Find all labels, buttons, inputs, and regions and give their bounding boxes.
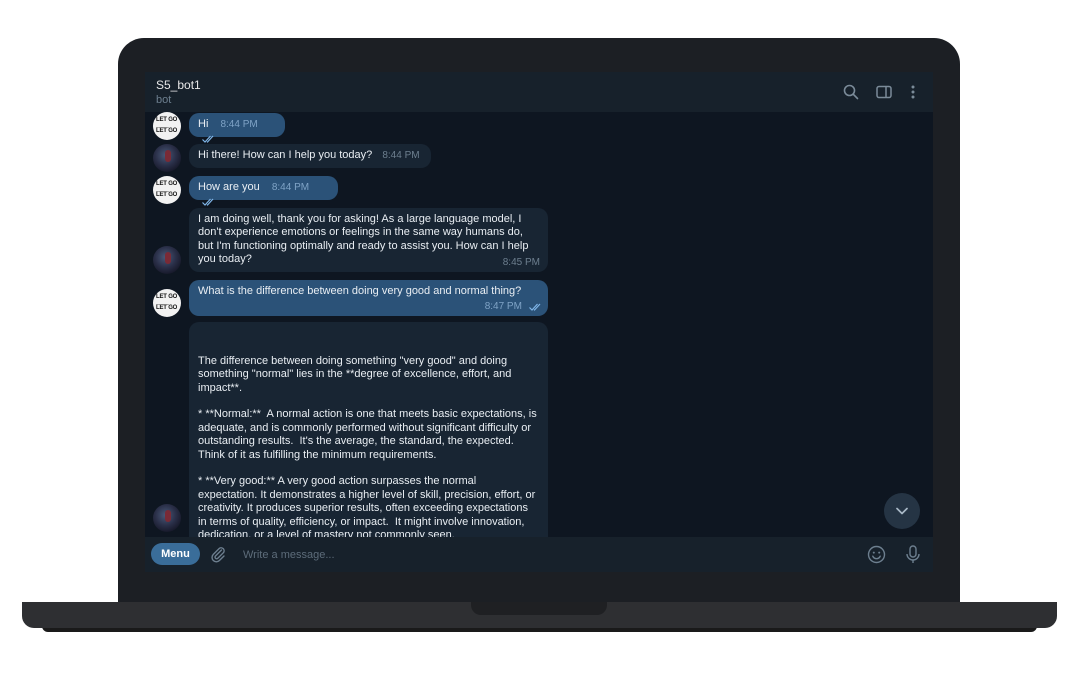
telegram-window: S5_bot1 bot LET GO ~~~~~~ LET GO Hi 8:44 P… bbox=[145, 72, 933, 572]
double-check-icon bbox=[529, 302, 543, 311]
scroll-to-bottom-button[interactable] bbox=[884, 493, 920, 529]
message-text: Hi bbox=[198, 118, 209, 130]
message-input[interactable] bbox=[241, 544, 845, 566]
chat-header[interactable]: S5_bot1 bot bbox=[145, 72, 933, 112]
user-avatar[interactable]: LET GO ~~~~~~ LET GO bbox=[153, 112, 181, 140]
message-text: What is the difference between doing ver… bbox=[198, 285, 522, 297]
message-time: 8:44 PM bbox=[382, 150, 420, 161]
emoji-icon[interactable] bbox=[867, 545, 886, 564]
bot-avatar[interactable] bbox=[153, 144, 181, 172]
message-time: 8:44 PM bbox=[271, 182, 310, 193]
double-check-icon bbox=[202, 197, 216, 206]
outgoing-message[interactable]: What is the difference between doing ver… bbox=[189, 280, 548, 316]
message-list[interactable]: LET GO ~~~~~~ LET GO Hi 8:44 PM Hi there! … bbox=[145, 112, 933, 537]
search-icon[interactable] bbox=[842, 83, 860, 101]
bot-avatar[interactable] bbox=[153, 504, 181, 532]
double-check-icon bbox=[202, 134, 216, 143]
message-time: 8:47 PM bbox=[484, 300, 522, 312]
message-composer: Menu bbox=[145, 537, 933, 572]
laptop-notch bbox=[471, 602, 607, 615]
incoming-message[interactable]: Hi there! How can I help you today? 8:44… bbox=[189, 144, 431, 168]
message-time: 8:45 PM bbox=[502, 256, 540, 268]
message-text: The difference between doing something "… bbox=[198, 354, 537, 537]
user-avatar[interactable]: LET GO ~~~~~~ LET GO bbox=[153, 289, 181, 317]
more-vertical-icon[interactable] bbox=[904, 83, 922, 101]
attach-icon[interactable] bbox=[209, 545, 227, 563]
chat-subtitle: bot bbox=[156, 94, 172, 106]
message-text: Hi there! How can I help you today? bbox=[198, 149, 373, 161]
message-text: I am doing well, thank you for asking! A… bbox=[198, 213, 529, 266]
menu-button[interactable]: Menu bbox=[151, 543, 200, 565]
incoming-message[interactable]: The difference between doing something "… bbox=[189, 322, 548, 537]
user-avatar[interactable]: LET GO ~~~~~~ LET GO bbox=[153, 176, 181, 204]
microphone-icon[interactable] bbox=[905, 545, 921, 564]
message-text: How are you bbox=[198, 181, 260, 193]
outgoing-message[interactable]: How are you 8:44 PM bbox=[189, 176, 338, 206]
outgoing-message[interactable]: Hi 8:44 PM bbox=[189, 113, 285, 143]
chevron-down-icon bbox=[896, 507, 908, 515]
message-time: 8:44 PM bbox=[220, 119, 258, 130]
incoming-message[interactable]: I am doing well, thank you for asking! A… bbox=[189, 208, 548, 272]
chat-title[interactable]: S5_bot1 bbox=[156, 78, 201, 92]
bot-avatar[interactable] bbox=[153, 246, 181, 274]
side-panel-icon[interactable] bbox=[875, 83, 893, 101]
